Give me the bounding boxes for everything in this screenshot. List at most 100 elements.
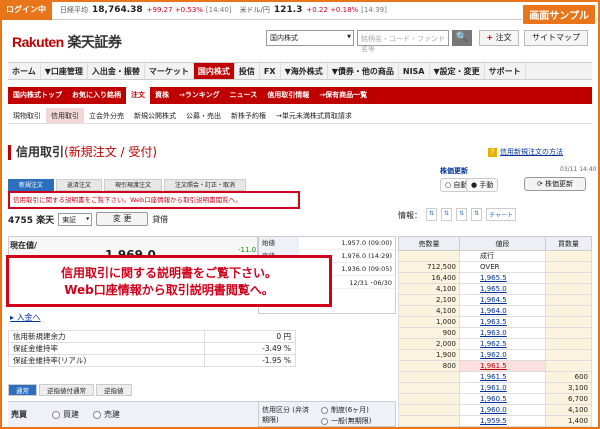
- tab-order-inquiry[interactable]: 注文照会・訂正・取消: [164, 179, 247, 191]
- price-label: 現在値/: [10, 241, 37, 250]
- login-status: ログイン中: [0, 0, 52, 20]
- thirdnav-item[interactable]: 現物取引: [8, 108, 46, 123]
- price-cell[interactable]: 1,965.5: [459, 272, 547, 284]
- order-book-row: 16,400 1,965.5: [397, 272, 592, 284]
- info-link-icon[interactable]: ⇅: [456, 208, 468, 221]
- deposit-link[interactable]: ▸ 入金へ: [10, 312, 41, 323]
- bid-qty-cell: 6,700: [545, 393, 592, 405]
- price-cell[interactable]: 1,964.5: [459, 294, 547, 306]
- order-type-tabs: 通常 逆指値付通常 逆指値: [8, 384, 132, 396]
- ask-qty-cell: 712,500: [397, 261, 461, 273]
- tab-delivery-order[interactable]: 現引現渡注文: [104, 179, 163, 191]
- thirdnav-item[interactable]: 立会外分売: [84, 108, 129, 123]
- order-book-row: 2,000 1,962.5: [397, 338, 592, 350]
- nav-item[interactable]: 入出金・振替: [88, 63, 145, 79]
- thirdnav-item[interactable]: →単元未満株式買取請求: [271, 108, 357, 123]
- subnav-item-order[interactable]: 注文: [126, 87, 150, 104]
- nav-item[interactable]: 投信: [235, 63, 260, 79]
- nav-item[interactable]: ▼海外株式: [281, 63, 328, 79]
- price-cell[interactable]: 1,960.0: [459, 404, 547, 416]
- search-bar: 国内株式 銘柄名・コード・ファンド名等 🔍: [266, 30, 472, 53]
- chart-icon[interactable]: チャート: [486, 208, 517, 221]
- subnav-item[interactable]: →保有商品一覧: [314, 87, 372, 104]
- nav-item[interactable]: サポート: [485, 63, 526, 79]
- order-book: 売数量 値段 買数量 成行 712,500 OVER 16,400 1,965.5 4,1…: [397, 236, 592, 427]
- price-cell[interactable]: 1,963.5: [459, 316, 547, 328]
- credit-general-radio[interactable]: 一般(無期限): [321, 416, 371, 426]
- subnav-item[interactable]: →ランキング: [174, 87, 225, 104]
- subnav-item[interactable]: 信用取引情報: [262, 87, 314, 104]
- subnav-item[interactable]: ニュース: [225, 87, 263, 104]
- subnav-item[interactable]: お気に入り銘柄: [67, 87, 126, 104]
- tab-stop[interactable]: 逆指値: [96, 384, 132, 396]
- change-stock-button[interactable]: 変 更: [96, 212, 149, 226]
- tab-stop-normal[interactable]: 逆指値付通常: [39, 384, 94, 396]
- thirdnav-item[interactable]: 公募・売出: [181, 108, 226, 123]
- notice-banner[interactable]: 信用取引に関する説明書をご覧下さい。Web口座情報から取引説明書閲覧へ。: [8, 191, 300, 209]
- price-cell[interactable]: 1,959.5: [459, 415, 547, 427]
- info-link-icon[interactable]: ⇅: [471, 208, 483, 221]
- order-book-row: 1,961.5 600: [397, 371, 592, 383]
- price-cell[interactable]: OVER: [459, 261, 547, 273]
- market-select[interactable]: 東証: [58, 212, 93, 226]
- order-book-row: 1,000 1,963.5: [397, 316, 592, 328]
- price-cell[interactable]: 1,961.5: [459, 360, 547, 372]
- tab-normal[interactable]: 通常: [8, 384, 37, 396]
- info-link-icon[interactable]: ⇅: [441, 208, 453, 221]
- sitemap-button[interactable]: サイトマップ: [524, 30, 588, 46]
- thirdnav-item[interactable]: 新規公開株式: [129, 108, 181, 123]
- search-icon[interactable]: 🔍: [452, 30, 472, 46]
- nav-item-domestic-stocks[interactable]: 国内株式: [193, 63, 235, 79]
- subnav-item[interactable]: 資株: [150, 87, 174, 104]
- search-category-select[interactable]: 国内株式: [266, 30, 354, 46]
- thirdnav-item-margin[interactable]: 信用取引: [46, 108, 84, 123]
- order-book-row: 1,900 1,962.0: [397, 349, 592, 361]
- price-cell[interactable]: 1,960.5: [459, 393, 547, 405]
- help-link[interactable]: ? 信用新規注文の方法: [488, 147, 563, 157]
- ask-qty-cell: 1,900: [397, 349, 461, 361]
- nav-item[interactable]: ▼債券・他の商品: [328, 63, 399, 79]
- search-input[interactable]: 銘柄名・コード・ファンド名等: [357, 30, 449, 53]
- price-cell[interactable]: 1,962.5: [459, 338, 547, 350]
- overlay-message[interactable]: 信用取引に関する説明書をご覧下さい。 Web口座情報から取引説明書閲覧へ。: [6, 255, 332, 307]
- price-cell[interactable]: 成行: [459, 250, 547, 262]
- nav-item[interactable]: マーケット: [145, 63, 194, 79]
- order-book-row: 成行: [397, 250, 592, 262]
- ask-qty-cell: [397, 415, 461, 427]
- nav-item[interactable]: FX: [260, 63, 281, 79]
- sell-radio[interactable]: 売建: [93, 409, 120, 420]
- buy-radio[interactable]: 買建: [52, 409, 79, 420]
- info-link-icon[interactable]: ⇅: [426, 208, 438, 221]
- price-cell[interactable]: 1,962.0: [459, 349, 547, 361]
- tab-repay-order[interactable]: 返済注文: [56, 179, 103, 191]
- nav-item[interactable]: ホーム: [8, 63, 41, 79]
- order-book-header: 売数量 値段 買数量: [397, 236, 592, 251]
- main-nav: ホーム ▼口座管理 入出金・振替 マーケット 国内株式 投信 FX ▼海外株式 …: [8, 62, 592, 80]
- nav-item[interactable]: NISA: [399, 63, 430, 79]
- subnav-item[interactable]: 国内株式トップ: [8, 87, 67, 104]
- update-price-button[interactable]: ⟳ 株価更新: [524, 177, 586, 191]
- table-row: 信用新規建余力 0 円: [7, 330, 296, 343]
- nav-item[interactable]: ▼口座管理: [41, 63, 88, 79]
- price-cell[interactable]: 1,965.0: [459, 283, 547, 295]
- trade-side-label: 売買: [11, 410, 27, 419]
- ask-qty-cell: [397, 404, 461, 416]
- bid-qty-cell: [545, 283, 592, 295]
- info-icons: ⇅ ⇅ ⇅ ⇅ チャート: [426, 208, 517, 221]
- bid-qty-cell: 4,100: [545, 404, 592, 416]
- ask-qty-cell: 16,400: [397, 272, 461, 284]
- nav-item[interactable]: ▼設定・変更: [430, 63, 485, 79]
- price-cell[interactable]: 1,964.0: [459, 305, 547, 317]
- info-label: 情報：: [398, 211, 422, 220]
- price-cell[interactable]: 1,963.0: [459, 327, 547, 339]
- price-cell[interactable]: 1,961.5: [459, 371, 547, 383]
- logo[interactable]: Rakuten 楽天証券: [12, 32, 122, 52]
- order-button[interactable]: + 注文: [479, 30, 519, 46]
- price-update-time: 03/11 14:40: [560, 166, 597, 173]
- manual-update-radio[interactable]: ● 手動: [466, 178, 499, 192]
- tab-new-order[interactable]: 新規注文: [8, 179, 55, 191]
- thirdnav-item[interactable]: 新株予約権: [226, 108, 271, 123]
- price-cell[interactable]: 1,961.0: [459, 382, 547, 394]
- page-title: 信用取引(新規注文 / 受付): [8, 145, 157, 160]
- credit-system-radio[interactable]: 制度(6ヶ月): [321, 405, 369, 415]
